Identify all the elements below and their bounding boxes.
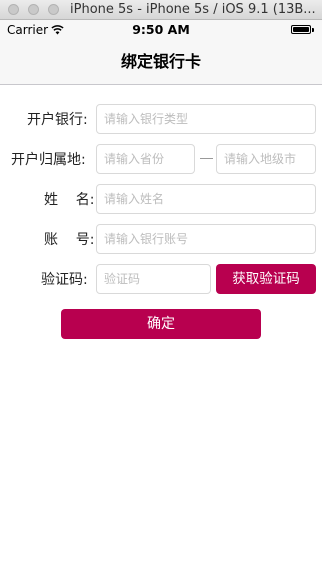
battery-icon: [291, 25, 311, 34]
bank-type-input[interactable]: [96, 104, 316, 134]
status-bar: Carrier 9:50 AM: [0, 20, 322, 40]
battery-nub: [312, 28, 314, 32]
account-input[interactable]: [96, 224, 316, 254]
location-separator: [200, 158, 213, 159]
name-input[interactable]: [96, 184, 316, 214]
location-label: 开户归属地:: [11, 152, 86, 168]
zoom-window-button[interactable]: [48, 4, 59, 15]
verification-code-input[interactable]: [96, 264, 211, 294]
code-label: 验证码:: [41, 272, 88, 288]
page-title: 绑定银行卡: [120, 52, 201, 71]
name-label: 姓 名:: [44, 192, 95, 208]
bank-label: 开户银行:: [27, 112, 88, 128]
account-label: 账 号:: [44, 232, 95, 248]
close-window-button[interactable]: [8, 4, 19, 15]
status-time: 9:50 AM: [132, 22, 190, 37]
window-title: iPhone 5s - iPhone 5s / iOS 9.1 (13B...: [70, 2, 316, 17]
simulator-title-bar: iPhone 5s - iPhone 5s / iOS 9.1 (13B...: [0, 0, 322, 20]
province-input[interactable]: [96, 144, 195, 174]
confirm-button[interactable]: 确定: [61, 309, 261, 339]
get-verification-code-button[interactable]: 获取验证码: [216, 264, 316, 294]
minimize-window-button[interactable]: [28, 4, 39, 15]
navigation-bar: 绑定银行卡: [0, 40, 322, 85]
city-input[interactable]: [216, 144, 316, 174]
